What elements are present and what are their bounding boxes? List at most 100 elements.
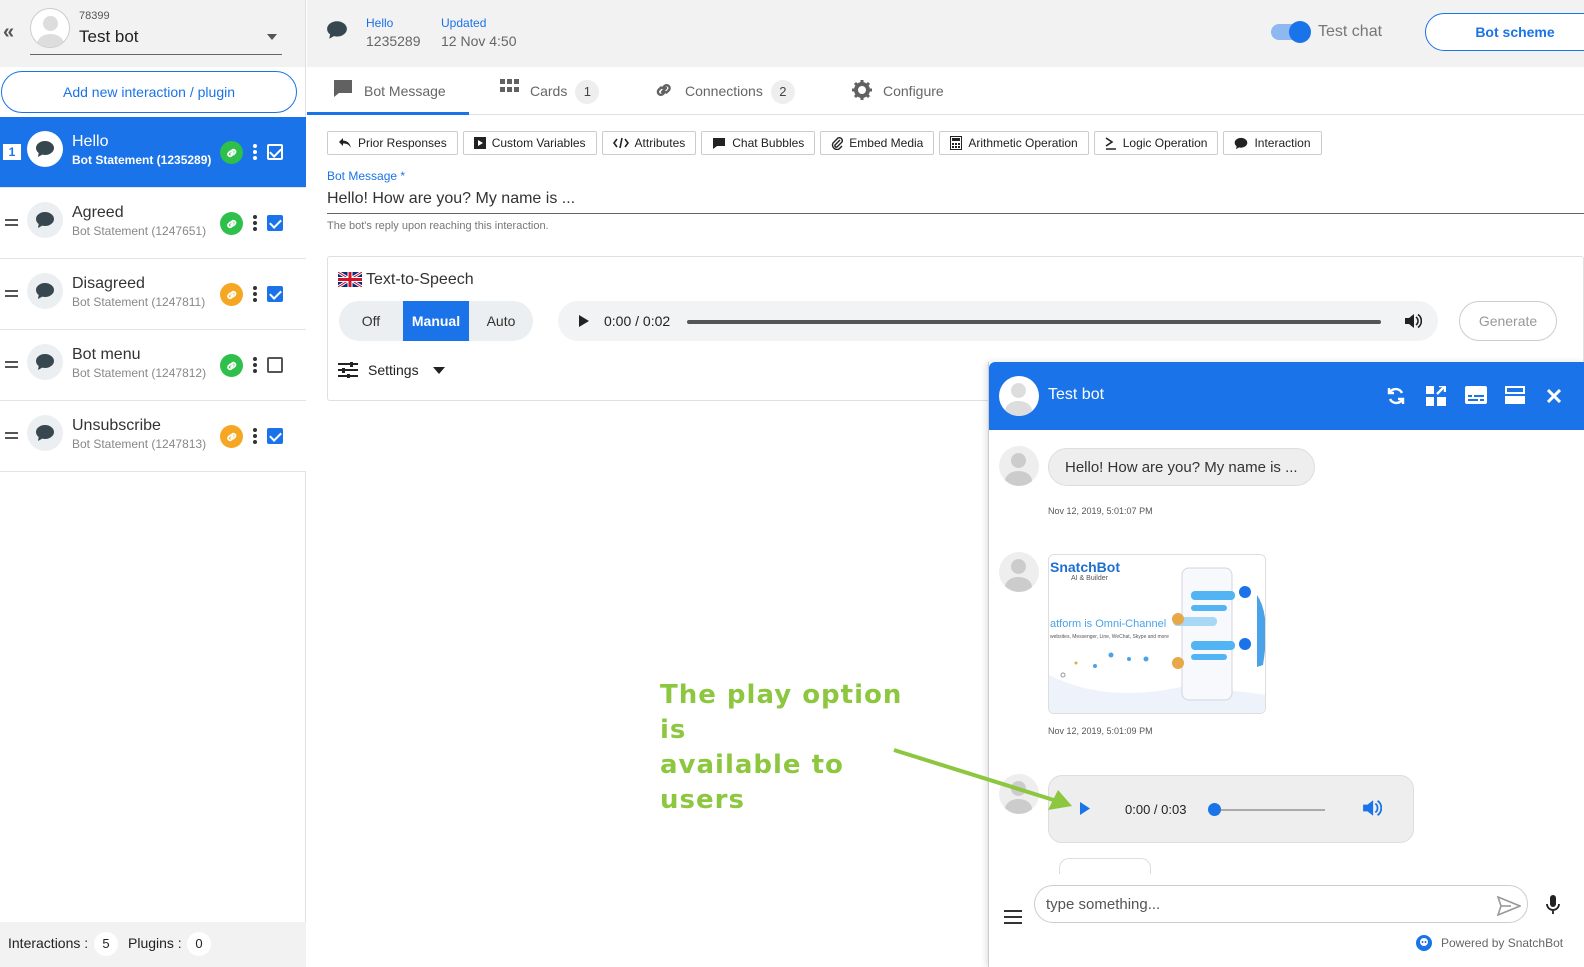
interaction-subtitle: Bot Statement (1247651) <box>72 224 207 238</box>
view-agenda-icon[interactable] <box>1505 386 1525 404</box>
more-options-icon[interactable] <box>253 357 257 373</box>
play-square-icon <box>473 137 486 149</box>
close-icon[interactable] <box>1547 389 1561 403</box>
more-options-icon[interactable] <box>253 428 257 444</box>
link-icon[interactable] <box>220 425 243 448</box>
interaction-item-hello[interactable]: 1 Hello Bot Statement (1235289) <box>0 117 306 188</box>
audio-progress-bar[interactable] <box>687 320 1381 324</box>
tts-mode-auto[interactable]: Auto <box>469 301 533 341</box>
chevron-down-icon[interactable] <box>267 34 277 40</box>
tab-bot-message[interactable]: Bot Message <box>332 79 446 115</box>
bot-name: Test bot <box>79 27 139 46</box>
bot-avatar <box>30 8 70 48</box>
embed-media-button[interactable]: Embed Media <box>820 131 935 155</box>
chat-message-image[interactable]: SnatchBot AI & Builder atform is Omni-Ch… <box>1048 554 1266 714</box>
link-icon[interactable] <box>220 212 243 235</box>
reply-icon <box>339 138 351 148</box>
interaction-button[interactable]: Interaction <box>1223 131 1322 155</box>
interaction-checkbox[interactable] <box>267 428 283 444</box>
chat-input-area: type something... Powered by SnatchBot <box>989 874 1584 967</box>
link-icon[interactable] <box>220 141 243 164</box>
arithmetic-operation-button[interactable]: Arithmetic Operation <box>939 131 1089 155</box>
layout-swap-icon[interactable] <box>1426 386 1446 406</box>
tab-label: Cards <box>530 83 568 99</box>
menu-icon[interactable] <box>1004 910 1022 928</box>
bot-message-input[interactable]: Hello! How are you? My name is ... <box>327 190 1584 214</box>
test-chat-toggle[interactable] <box>1271 21 1311 43</box>
sidebar: « 78399 Test bot Add new interaction / p… <box>0 0 306 967</box>
button-label: Logic Operation <box>1122 136 1208 150</box>
sigma-icon <box>1105 136 1116 150</box>
link-icon[interactable] <box>220 354 243 377</box>
drag-handle-icon[interactable] <box>5 219 18 226</box>
refresh-icon[interactable] <box>1386 386 1406 406</box>
tab-cards[interactable]: Cards 1 <box>500 79 600 115</box>
calculator-icon <box>950 136 963 150</box>
prior-responses-button[interactable]: Prior Responses <box>327 131 458 155</box>
interaction-subtitle: Bot Statement (1247811) <box>72 295 206 309</box>
bot-avatar <box>999 446 1039 486</box>
grid-icon <box>500 79 520 98</box>
tab-connections[interactable]: Connections 2 <box>653 79 795 115</box>
drag-handle-icon[interactable] <box>5 290 18 297</box>
powered-by[interactable]: Powered by SnatchBot <box>1415 934 1563 952</box>
audio-progress-knob[interactable] <box>1208 803 1221 816</box>
custom-variables-button[interactable]: Custom Variables <box>462 131 597 155</box>
tts-mode-off[interactable]: Off <box>339 301 403 341</box>
volume-icon[interactable] <box>1404 313 1422 329</box>
tts-title: Text-to-Speech <box>366 271 474 288</box>
more-options-icon[interactable] <box>253 144 257 160</box>
interaction-title: Agreed <box>72 204 124 221</box>
interaction-checkbox[interactable] <box>267 215 283 231</box>
interaction-item-disagreed[interactable]: Disagreed Bot Statement (1247811) <box>0 259 306 330</box>
attributes-button[interactable]: Attributes <box>601 131 697 155</box>
interaction-item-agreed[interactable]: Agreed Bot Statement (1247651) <box>0 188 306 259</box>
interaction-checkbox[interactable] <box>267 357 283 373</box>
tts-mode-manual[interactable]: Manual <box>403 301 469 341</box>
bot-message-label: Bot Message * <box>327 169 406 183</box>
collapse-sidebar-icon[interactable]: « <box>3 21 14 44</box>
button-label: Arithmetic Operation <box>968 136 1078 150</box>
link-icon[interactable] <box>220 283 243 306</box>
play-icon[interactable] <box>578 314 590 328</box>
interaction-checkbox[interactable] <box>267 144 283 160</box>
button-label: Attributes <box>634 136 686 150</box>
interaction-item-unsubscribe[interactable]: Unsubscribe Bot Statement (1247813) <box>0 401 306 472</box>
microphone-icon[interactable] <box>1546 895 1560 915</box>
interaction-checkbox[interactable] <box>267 286 283 302</box>
bot-scheme-button[interactable]: Bot scheme <box>1425 13 1584 51</box>
message-timestamp: Nov 12, 2019, 5:01:09 PM <box>1048 726 1153 736</box>
volume-icon[interactable] <box>1362 799 1382 817</box>
chat-bubble-icon <box>27 273 63 309</box>
code-icon <box>612 137 629 149</box>
subtitles-icon[interactable] <box>1465 386 1487 404</box>
audio-progress-bar[interactable] <box>1215 809 1325 811</box>
audio-time: 0:00 / 0:03 <box>1125 802 1187 817</box>
interaction-subtitle: Bot Statement (1247812) <box>72 366 207 380</box>
add-interaction-button[interactable]: Add new interaction / plugin <box>1 71 297 113</box>
chat-bubble-icon <box>713 137 726 149</box>
chat-bubbles-button[interactable]: Chat Bubbles <box>701 131 816 155</box>
tab-label: Configure <box>883 83 944 99</box>
chat-message-input[interactable]: type something... <box>1034 885 1528 923</box>
more-options-icon[interactable] <box>253 286 257 302</box>
chat-bubble-icon <box>326 20 348 45</box>
cards-count-badge: 1 <box>575 80 600 104</box>
interaction-item-bot-menu[interactable]: Bot menu Bot Statement (1247812) <box>0 330 306 401</box>
bot-id: 78399 <box>79 10 110 22</box>
tts-settings-toggle[interactable]: Settings <box>338 362 445 378</box>
generate-button[interactable]: Generate <box>1459 301 1557 341</box>
bot-selector[interactable]: « 78399 Test bot <box>0 0 305 67</box>
settings-label: Settings <box>368 362 419 378</box>
drag-handle-icon[interactable] <box>5 361 18 368</box>
sidebar-footer: Interactions : 5 Plugins : 0 <box>0 922 306 967</box>
interaction-number-badge: 1 <box>3 144 21 160</box>
top-bar: Hello 1235289 Updated 12 Nov 4:50 Test c… <box>307 0 1584 67</box>
gear-icon <box>851 79 873 104</box>
more-options-icon[interactable] <box>253 215 257 231</box>
tab-configure[interactable]: Configure <box>851 79 944 115</box>
chat-bubble-icon <box>27 202 63 238</box>
drag-handle-icon[interactable] <box>5 432 18 439</box>
send-icon[interactable] <box>1497 896 1521 916</box>
logic-operation-button[interactable]: Logic Operation <box>1093 131 1219 155</box>
